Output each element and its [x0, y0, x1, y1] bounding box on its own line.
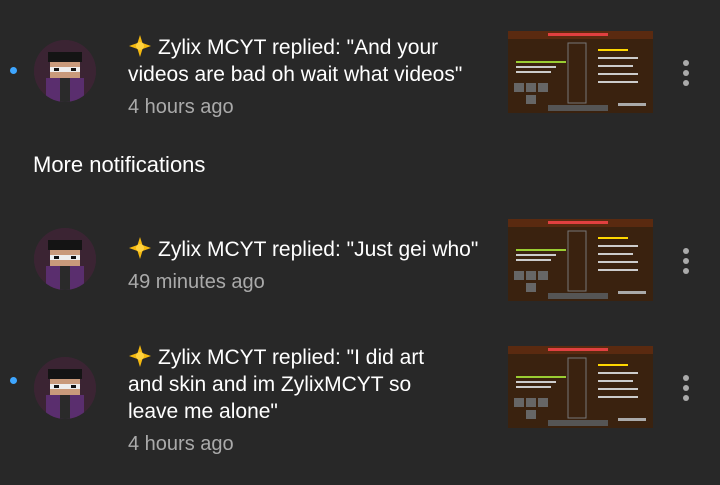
video-thumbnail[interactable]	[508, 219, 653, 301]
notification-message-line3: leave me alone"	[128, 400, 278, 423]
sparkle-star-icon	[128, 35, 152, 57]
unread-dot	[10, 377, 17, 384]
notification-text: Zylix MCYT replied: "And your videos are…	[128, 34, 488, 121]
more-vertical-icon[interactable]	[676, 246, 696, 276]
avatar[interactable]	[34, 357, 96, 419]
video-thumbnail[interactable]	[508, 346, 653, 428]
notification-message-line1: Zylix MCYT replied: "Just gei who"	[158, 238, 479, 261]
notification-message-line2: videos are bad oh wait what videos"	[128, 63, 463, 86]
notification-message-line1: Zylix MCYT replied: "And your	[158, 36, 439, 59]
sparkle-star-icon	[128, 237, 152, 259]
notification-message-line1: Zylix MCYT replied: "I did art	[158, 346, 425, 369]
notification-time: 49 minutes ago	[128, 271, 265, 293]
notification-message-line2: and skin and im ZylixMCYT so	[128, 373, 412, 396]
notification-time: 4 hours ago	[128, 96, 234, 118]
notification-time: 4 hours ago	[128, 433, 234, 455]
sparkle-star-icon	[128, 345, 152, 367]
avatar[interactable]	[34, 228, 96, 290]
section-title: More notifications	[33, 152, 206, 177]
notification-text: Zylix MCYT replied: "Just gei who" 49 mi…	[128, 236, 488, 296]
more-vertical-icon[interactable]	[676, 373, 696, 403]
avatar[interactable]	[34, 40, 96, 102]
unread-dot	[10, 67, 17, 74]
more-vertical-icon[interactable]	[676, 58, 696, 88]
video-thumbnail[interactable]	[508, 31, 653, 113]
notification-text: Zylix MCYT replied: "I did art and skin …	[128, 344, 488, 458]
